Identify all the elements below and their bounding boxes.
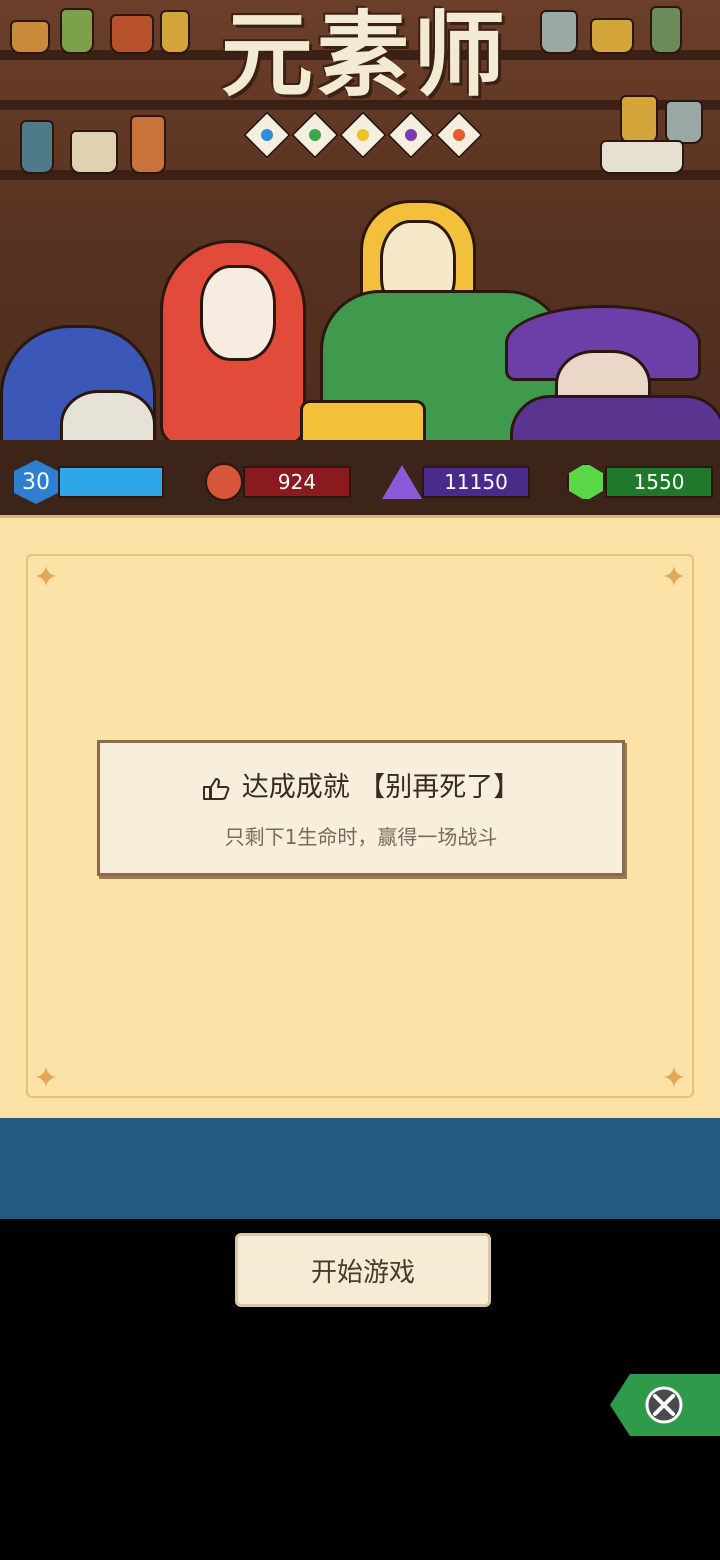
red-gem-count: 924 xyxy=(243,466,351,498)
level-stat: 30 xyxy=(14,460,164,504)
corner-ornament-icon: ✦ xyxy=(661,560,687,595)
close-tab[interactable] xyxy=(610,1374,720,1436)
achievement-heading: 达成成就 【别再死了】 xyxy=(100,765,622,804)
nature-gem-icon xyxy=(290,110,340,160)
jar xyxy=(540,10,578,54)
jar xyxy=(620,95,658,144)
girl-face xyxy=(200,265,276,361)
level-progress-fill xyxy=(60,468,162,496)
tavern-scene: 元素师 xyxy=(0,0,720,520)
jar xyxy=(70,130,118,174)
corner-ornament-icon: ✦ xyxy=(33,560,59,595)
red-gem-icon xyxy=(205,463,243,501)
close-icon[interactable] xyxy=(610,1374,720,1436)
level-value: 30 xyxy=(22,469,50,495)
level-hex-icon: 30 xyxy=(14,460,58,504)
corner-ornament-icon: ✦ xyxy=(661,1061,687,1096)
thumbs-up-icon xyxy=(202,777,230,800)
jar xyxy=(600,140,684,174)
jar xyxy=(110,14,154,54)
green-crystal-count: 1550 xyxy=(605,466,713,498)
green-crystal-icon xyxy=(567,463,605,501)
jar xyxy=(10,20,50,54)
jar xyxy=(590,18,634,54)
blue-banner xyxy=(0,1118,720,1219)
dark-gem-icon xyxy=(386,110,436,160)
light-gem-icon xyxy=(338,110,388,160)
jar xyxy=(60,8,94,54)
element-gems xyxy=(242,110,484,160)
fire-gem-icon xyxy=(434,110,484,160)
red-gem-stat: 924 xyxy=(205,463,351,501)
jar xyxy=(160,10,190,54)
start-game-button[interactable]: 开始游戏 xyxy=(235,1233,491,1307)
jar xyxy=(665,100,703,144)
level-progress-bar xyxy=(58,466,164,498)
jar xyxy=(20,120,54,174)
purple-crystal-count: 11150 xyxy=(422,466,530,498)
purple-crystal-stat: 11150 xyxy=(382,465,530,499)
jar xyxy=(650,6,682,54)
game-title: 元素师 xyxy=(220,1,509,109)
purple-crystal-icon xyxy=(382,465,422,499)
jar xyxy=(130,115,166,174)
green-crystal-stat: 1550 xyxy=(567,463,713,501)
corner-ornament-icon: ✦ xyxy=(33,1061,59,1096)
achievement-card: 达成成就 【别再死了】 只剩下1生命时，赢得一场战斗 xyxy=(97,740,625,876)
water-gem-icon xyxy=(242,110,292,160)
achievement-title: 达成成就 【别再死了】 xyxy=(241,772,521,803)
achievement-description: 只剩下1生命时，赢得一场战斗 xyxy=(224,825,498,849)
